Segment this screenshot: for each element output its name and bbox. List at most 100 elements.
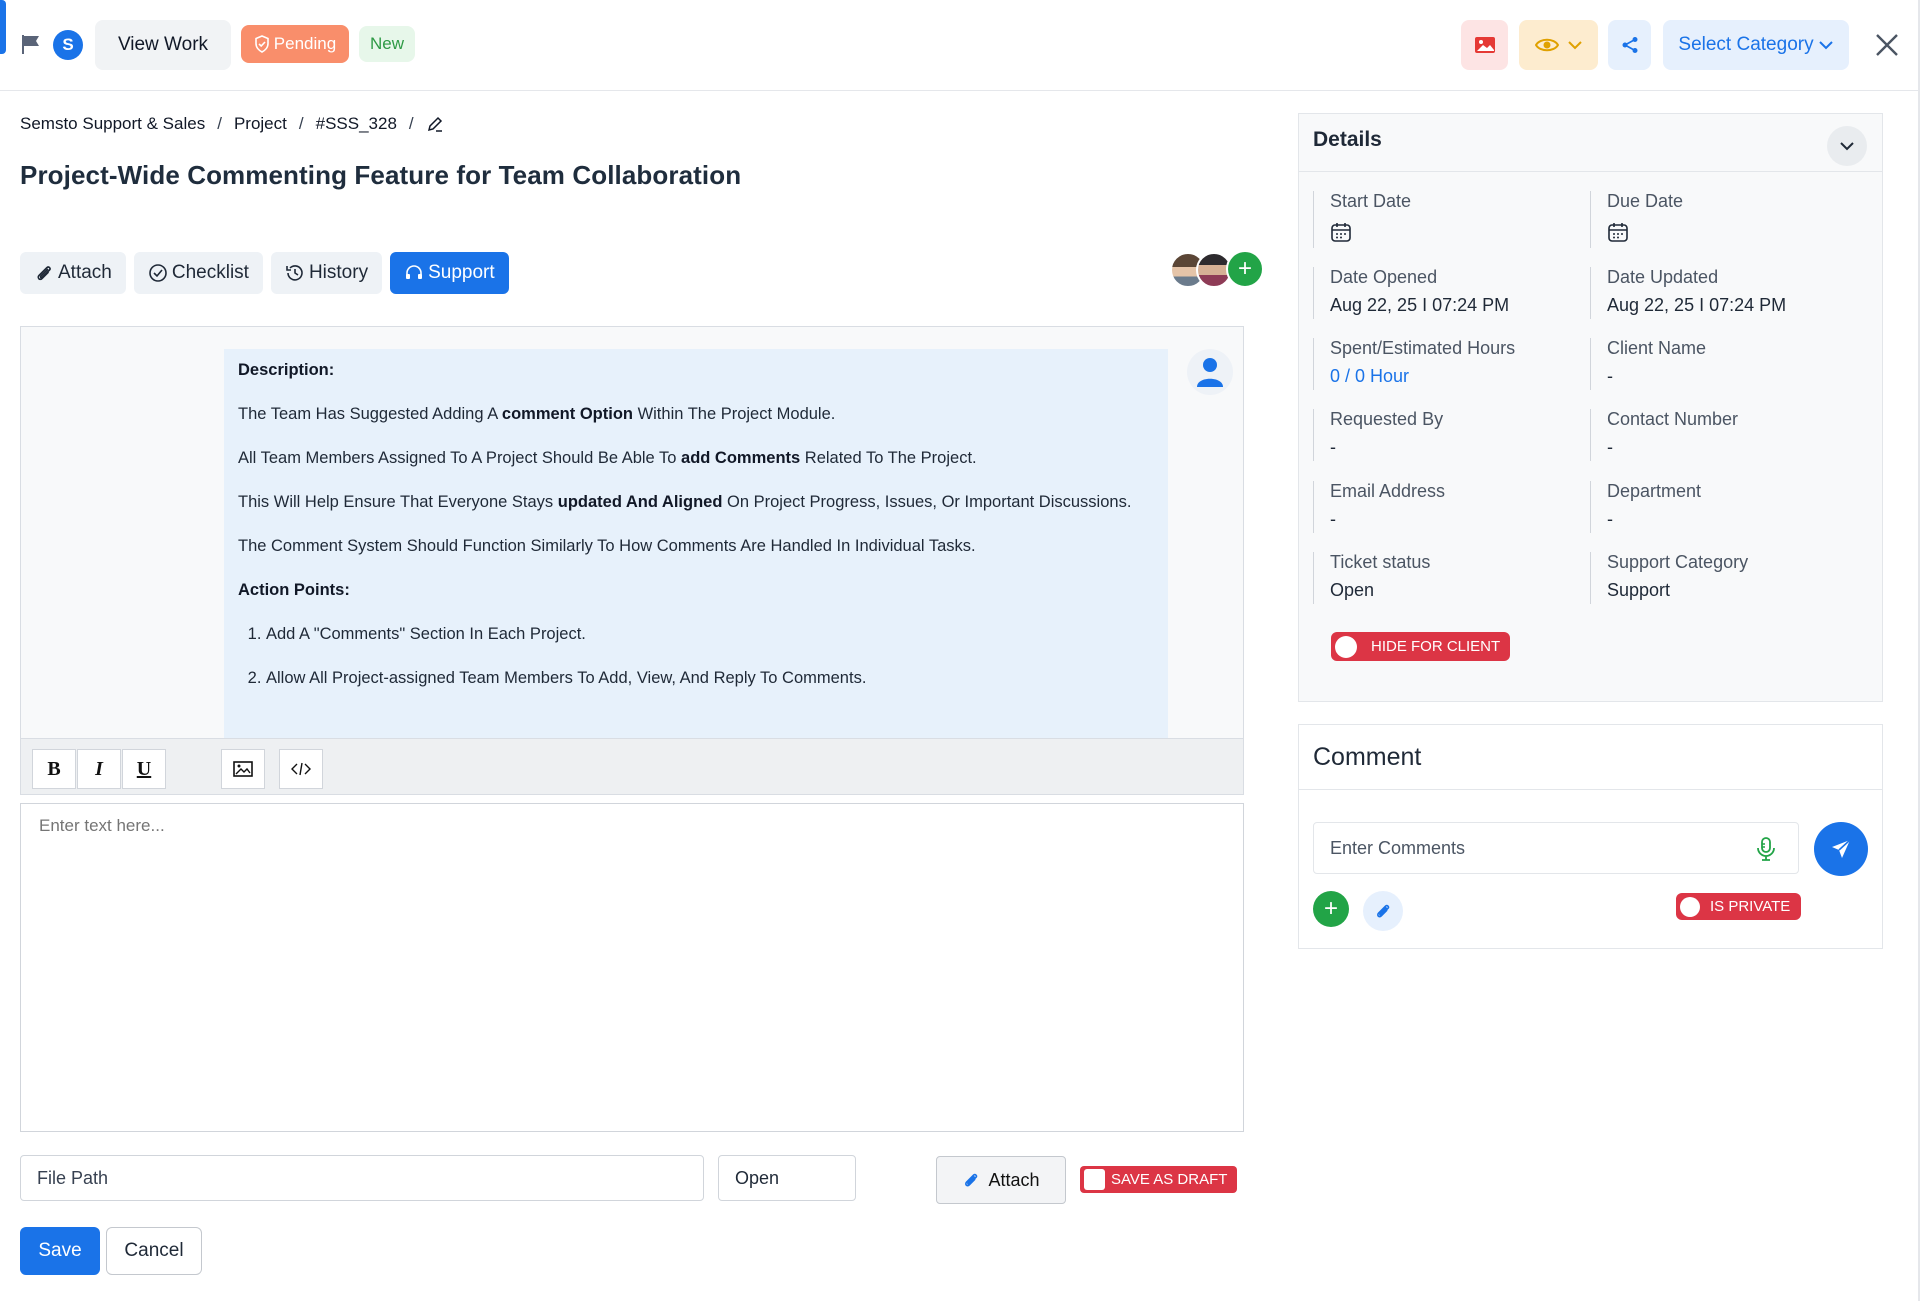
bold-button[interactable]: B — [32, 749, 76, 789]
insert-image-button[interactable] — [221, 749, 265, 789]
comment-header: Comment — [1299, 725, 1882, 790]
comment-input[interactable]: Enter Comments — [1313, 822, 1799, 874]
chevron-down-icon — [1840, 142, 1854, 151]
save-button[interactable]: Save — [20, 1227, 100, 1275]
view-work-button[interactable]: View Work — [95, 20, 231, 70]
field-start-date: Start Date — [1313, 191, 1573, 248]
image-button[interactable] — [1461, 20, 1508, 70]
field-value[interactable]: Open — [1330, 580, 1573, 604]
close-icon[interactable] — [1872, 30, 1902, 60]
file-path-input[interactable]: File Path — [20, 1155, 704, 1201]
tab-support[interactable]: Support — [390, 252, 509, 294]
tab-support-label: Support — [428, 262, 495, 283]
attach-button[interactable]: Attach — [936, 1156, 1066, 1204]
breadcrumb: Semsto Support & Sales / Project / #SSS_… — [20, 114, 444, 134]
field-value: Aug 22, 25 I 07:24 PM — [1330, 295, 1510, 315]
field-department: Department - — [1590, 481, 1850, 533]
add-assignee-button[interactable]: + — [1226, 250, 1264, 288]
microphone-icon[interactable] — [1753, 836, 1779, 862]
hide-for-client-label: HIDE FOR CLIENT — [1371, 638, 1501, 655]
share-icon — [1622, 37, 1637, 53]
calendar-icon[interactable] — [1607, 221, 1629, 243]
field-value[interactable]: Support — [1607, 580, 1850, 604]
tab-checklist[interactable]: Checklist — [133, 252, 263, 294]
tab-history[interactable]: History — [270, 252, 383, 294]
open-button[interactable]: Open — [718, 1155, 856, 1201]
field-label: Ticket status — [1330, 552, 1431, 572]
description-card: Description: The Team Has Suggested Addi… — [224, 349, 1168, 738]
visibility-dropdown[interactable] — [1519, 20, 1598, 70]
user-avatar[interactable]: S — [53, 30, 83, 60]
edit-icon[interactable] — [426, 115, 444, 133]
save-as-draft-toggle[interactable]: SAVE AS DRAFT — [1080, 1166, 1237, 1193]
headset-icon — [406, 265, 423, 279]
list-item: Allow All Project-assigned Team Members … — [266, 667, 1154, 689]
attach-label: Attach — [988, 1169, 1040, 1190]
details-collapse-button[interactable] — [1827, 126, 1867, 166]
field-date-updated: Date Updated Aug 22, 25 I 07:24 PM — [1590, 267, 1850, 319]
breadcrumb-ticket-id[interactable]: #SSS_328 — [316, 114, 397, 134]
field-due-date: Due Date — [1590, 191, 1850, 248]
paperclip-icon — [37, 266, 51, 281]
field-email-address: Email Address - — [1313, 481, 1573, 533]
field-value: - — [1607, 366, 1613, 386]
field-label: Email Address — [1330, 481, 1446, 501]
breadcrumb-workspace[interactable]: Semsto Support & Sales — [20, 114, 205, 134]
code-button[interactable] — [279, 749, 323, 789]
field-value: - — [1607, 437, 1613, 457]
action-points-heading: Action Points: — [238, 581, 350, 599]
field-label: Start Date — [1330, 191, 1412, 211]
tab-attach[interactable]: Attach — [20, 252, 126, 294]
field-value: - — [1330, 437, 1336, 457]
cancel-button[interactable]: Cancel — [106, 1227, 202, 1275]
editor-toolbar: B I U — [20, 739, 1244, 795]
top-bar: S View Work Pending New Select Category — [0, 0, 1920, 91]
select-category-label: Select Category — [1678, 34, 1814, 55]
is-private-toggle[interactable]: IS PRIVATE — [1676, 893, 1801, 920]
eye-icon — [1534, 38, 1559, 52]
status-badge-label: Pending — [273, 34, 337, 53]
comment-textarea[interactable] — [20, 803, 1244, 1132]
calendar-icon[interactable] — [1330, 221, 1352, 243]
underline-button[interactable]: U — [122, 749, 166, 789]
field-value[interactable]: 0 / 0 Hour — [1330, 366, 1573, 390]
description-paragraph: All Team Members Assigned To A Project S… — [238, 449, 977, 467]
paperclip-icon — [1377, 904, 1390, 918]
select-category-dropdown[interactable]: Select Category — [1663, 20, 1849, 70]
send-icon — [1832, 839, 1851, 858]
comment-attach-button[interactable] — [1363, 891, 1403, 931]
field-contact-number: Contact Number - — [1590, 409, 1850, 461]
field-label: Support Category — [1607, 552, 1749, 572]
field-value: Aug 22, 25 I 07:24 PM — [1607, 295, 1787, 315]
action-points-list: Add A "Comments" Section In Each Project… — [238, 623, 1154, 689]
field-ticket-status: Ticket status Open — [1313, 552, 1573, 604]
field-label: Spent/Estimated Hours — [1330, 338, 1516, 358]
author-avatar — [1187, 349, 1233, 395]
field-label: Requested By — [1330, 409, 1444, 429]
accent-bar — [0, 0, 6, 54]
breadcrumb-separator: / — [408, 114, 414, 133]
image-icon — [1474, 37, 1495, 53]
field-hours: Spent/Estimated Hours 0 / 0 Hour — [1313, 338, 1573, 390]
field-label: Date Updated — [1607, 267, 1719, 287]
status-badge-pending[interactable]: Pending — [241, 25, 349, 63]
flag-icon[interactable] — [20, 33, 42, 55]
tab-bar: Attach Checklist History Support — [20, 252, 509, 294]
toggle-knob — [1335, 635, 1357, 658]
breadcrumb-separator: / — [217, 114, 222, 133]
field-client-name: Client Name - — [1590, 338, 1850, 390]
italic-button[interactable]: I — [77, 749, 121, 789]
new-badge: New — [359, 26, 415, 62]
description-preview: Description: The Team Has Suggested Addi… — [20, 326, 1244, 739]
draft-checkbox[interactable] — [1084, 1169, 1105, 1190]
breadcrumb-project[interactable]: Project — [234, 114, 287, 134]
hide-for-client-toggle[interactable]: HIDE FOR CLIENT — [1331, 632, 1510, 661]
description-heading: Description: — [238, 361, 335, 379]
tab-attach-label: Attach — [58, 262, 112, 283]
details-title: Details — [1313, 128, 1382, 151]
add-comment-attachment-button[interactable]: + — [1313, 891, 1349, 927]
is-private-label: IS PRIVATE — [1710, 898, 1791, 915]
comment-panel: Comment Enter Comments + IS PRIVATE — [1298, 724, 1883, 949]
send-comment-button[interactable] — [1814, 822, 1868, 876]
share-button[interactable] — [1608, 20, 1651, 70]
